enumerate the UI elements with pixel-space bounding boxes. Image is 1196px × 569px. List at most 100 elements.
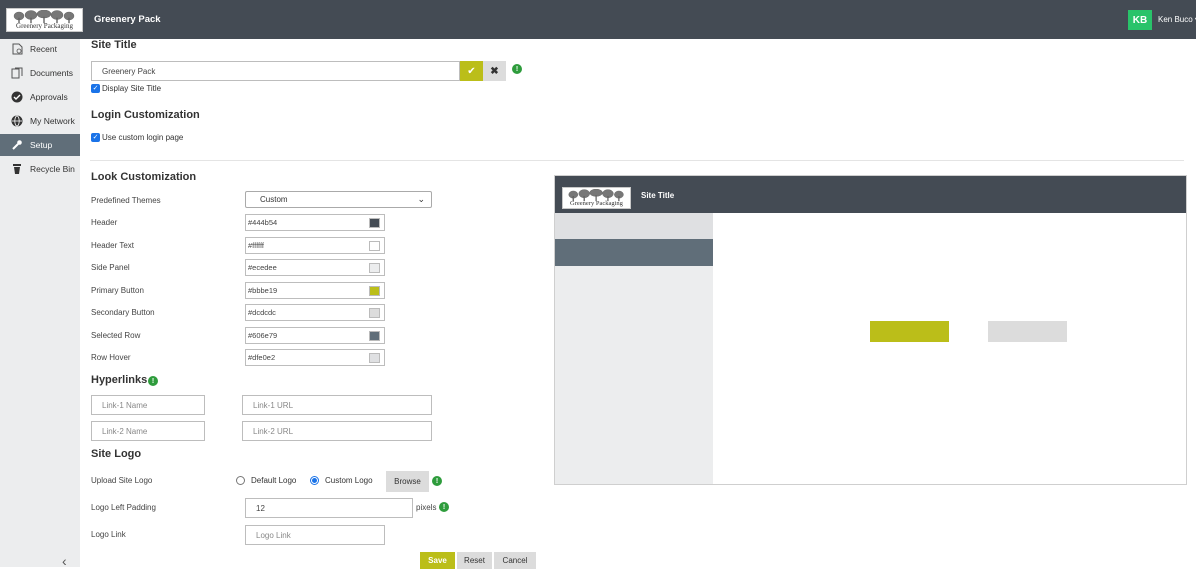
setup-wrench-icon: [10, 138, 24, 152]
sidebar-item-label: My Network: [30, 116, 75, 126]
header-color-label: Header: [91, 218, 118, 227]
custom-logo-radio[interactable]: Custom Logo: [310, 476, 373, 485]
secondary-button-color-label: Secondary Button: [91, 308, 155, 317]
info-icon[interactable]: !: [432, 476, 442, 486]
display-site-title-label: Display Site Title: [102, 84, 162, 93]
display-site-title-checkbox[interactable]: ✓ Display Site Title: [91, 84, 161, 93]
preview-row-hover: [555, 213, 713, 239]
link-1-name-input[interactable]: Link-1 Name: [91, 395, 205, 415]
preview-primary-button: [870, 321, 949, 342]
section-divider: [90, 160, 1184, 161]
company-logo[interactable]: Greenery Packaging: [6, 8, 83, 32]
color-swatch[interactable]: [369, 263, 380, 273]
app-title: Greenery Pack: [94, 14, 161, 25]
selected-row-color-input[interactable]: #606e79: [245, 327, 385, 344]
recycle-bin-icon: [10, 162, 24, 176]
confirm-title-button[interactable]: ✔: [460, 61, 483, 81]
sidebar-item-recycle-bin[interactable]: Recycle Bin: [0, 158, 80, 180]
recent-doc-icon: [10, 42, 24, 56]
info-icon[interactable]: !: [439, 502, 449, 512]
default-logo-label: Default Logo: [251, 476, 297, 485]
color-value: #606e79: [248, 331, 278, 340]
sidebar-item-label: Recent: [30, 44, 57, 54]
sidebar-item-approvals[interactable]: Approvals: [0, 86, 80, 108]
logo-link-input[interactable]: Logo Link: [245, 525, 385, 545]
avatar[interactable]: KB: [1128, 10, 1152, 30]
custom-logo-label: Custom Logo: [325, 476, 373, 485]
user-menu[interactable]: Ken Buco ▾: [1158, 15, 1196, 24]
user-name: Ken Buco: [1158, 15, 1193, 24]
network-globe-icon: [10, 114, 24, 128]
predefined-themes-label: Predefined Themes: [91, 196, 161, 205]
approvals-check-icon: [10, 90, 24, 104]
login-customization-heading: Login Customization: [91, 109, 200, 121]
header-color-input[interactable]: #444b54: [245, 214, 385, 231]
upload-site-logo-label: Upload Site Logo: [91, 476, 153, 485]
row-hover-color-input[interactable]: #dfe0e2: [245, 349, 385, 366]
sidebar-item-label: Setup: [30, 140, 53, 150]
info-icon[interactable]: !: [512, 64, 522, 74]
sidebar: Recent Documents Approvals My Network Se…: [0, 39, 80, 567]
color-value: #bbbe19: [248, 286, 278, 295]
site-logo-heading: Site Logo: [91, 448, 142, 460]
header-text-color-input[interactable]: #ffffff: [245, 237, 385, 254]
sidebar-item-setup[interactable]: Setup: [0, 134, 80, 156]
sidebar-item-label: Documents: [30, 68, 73, 78]
hyperlinks-heading: Hyperlinks: [91, 374, 148, 386]
header-text-color-label: Header Text: [91, 241, 134, 250]
color-swatch[interactable]: [369, 286, 380, 296]
color-value: #dfe0e2: [248, 353, 276, 362]
preview-site-title: Site Title: [641, 191, 675, 200]
custom-login-checkbox[interactable]: ✓ Use custom login page: [91, 133, 183, 142]
color-swatch[interactable]: [369, 353, 380, 363]
color-value: #ecedee: [248, 263, 277, 272]
logo-left-padding-input[interactable]: 12: [245, 498, 413, 518]
theme-select[interactable]: Custom ⌄: [245, 191, 432, 208]
side-panel-color-label: Side Panel: [91, 263, 130, 272]
logo-text: Greenery Packaging: [16, 22, 73, 30]
sidebar-item-recent[interactable]: Recent: [0, 38, 80, 60]
preview-logo: Greenery Packaging: [562, 187, 631, 209]
link-2-name-input[interactable]: Link-2 Name: [91, 421, 205, 441]
cancel-button[interactable]: Cancel: [494, 552, 536, 569]
default-logo-radio[interactable]: Default Logo: [236, 476, 296, 485]
documents-icon: [10, 66, 24, 80]
row-hover-color-label: Row Hover: [91, 353, 131, 362]
color-value: #dcdcdc: [248, 308, 276, 317]
save-button[interactable]: Save: [420, 552, 455, 569]
pixels-unit-label: pixels: [416, 503, 437, 512]
theme-preview: Greenery Packaging Site Title: [554, 175, 1187, 485]
side-panel-color-input[interactable]: #ecedee: [245, 259, 385, 276]
sidebar-item-my-network[interactable]: My Network: [0, 110, 80, 132]
link-2-url-input[interactable]: Link-2 URL: [242, 421, 432, 441]
color-value: #ffffff: [248, 241, 264, 250]
primary-button-color-input[interactable]: #bbbe19: [245, 282, 385, 299]
browse-button[interactable]: Browse: [386, 471, 429, 492]
sidebar-item-documents[interactable]: Documents: [0, 62, 80, 84]
preview-header: Greenery Packaging Site Title: [555, 176, 1186, 213]
custom-login-label: Use custom login page: [102, 133, 184, 142]
top-header-bar: Greenery Packaging Greenery Pack KB Ken …: [0, 0, 1196, 39]
close-icon: ✖: [490, 65, 499, 77]
secondary-button-color-input[interactable]: #dcdcdc: [245, 304, 385, 321]
color-swatch[interactable]: [369, 241, 380, 251]
logo-link-label: Logo Link: [91, 530, 126, 539]
sidebar-item-label: Approvals: [30, 92, 68, 102]
sidebar-item-label: Recycle Bin: [30, 164, 75, 174]
reset-button[interactable]: Reset: [457, 552, 492, 569]
clear-title-button[interactable]: ✖: [483, 61, 506, 81]
radio-checked-icon: [310, 476, 319, 485]
color-swatch[interactable]: [369, 308, 380, 318]
preview-logo-text: Greenery Packaging: [570, 200, 623, 207]
link-1-url-input[interactable]: Link-1 URL: [242, 395, 432, 415]
info-icon[interactable]: !: [148, 376, 158, 386]
look-customization-heading: Look Customization: [91, 171, 197, 183]
logo-left-padding-label: Logo Left Padding: [91, 503, 156, 512]
site-title-heading: Site Title: [91, 39, 137, 51]
checkbox-checked-icon: ✓: [91, 84, 100, 93]
check-icon: ✔: [467, 65, 476, 77]
color-swatch[interactable]: [369, 331, 380, 341]
selected-row-color-label: Selected Row: [91, 331, 141, 340]
color-swatch[interactable]: [369, 218, 380, 228]
site-title-input[interactable]: Greenery Pack: [91, 61, 460, 81]
